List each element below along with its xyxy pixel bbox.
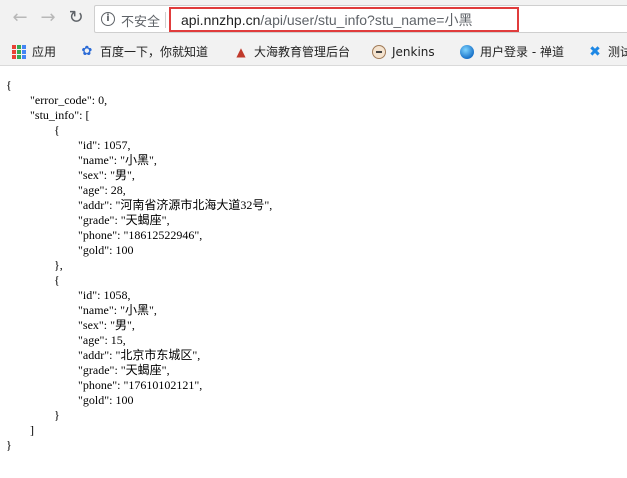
url-path: /api/user/stu_info?stu_name=小黑 (260, 12, 473, 28)
bookmark-label: 大海教育管理后台 (254, 45, 351, 59)
security-label[interactable]: 不安全 (121, 11, 160, 30)
bookmark-baidu[interactable]: ✿ 百度一下，你就知道 (80, 43, 208, 60)
bookmarks-bar: 应用 ✿ 百度一下，你就知道 ▲ 大海教育管理后台 Jenkins 用户登录 -… (0, 37, 627, 66)
bookmark-label: 应用 (32, 45, 57, 59)
url-text[interactable]: api.nnzhp.cn/api/user/stu_info?stu_name=… (181, 10, 472, 30)
page-content: { "error_code": 0, "stu_info": [ { "id":… (6, 78, 621, 453)
reload-icon: ↻ (68, 7, 84, 28)
jenkins-icon (372, 44, 386, 59)
bookmark-label: Jenkins (392, 44, 435, 59)
back-button[interactable]: ← (8, 6, 32, 30)
tree-icon: ▲ (236, 44, 246, 59)
info-icon[interactable]: i (101, 12, 115, 26)
x-icon: ✖ (589, 43, 601, 60)
bookmark-label: 百度一下，你就知道 (100, 45, 209, 59)
bookmark-label: 测试 (608, 45, 627, 59)
bookmark-zentao-login[interactable]: 用户登录 - 禅道 (460, 43, 564, 60)
bookmark-label: 用户登录 - 禅道 (480, 45, 564, 59)
bookmark-jenkins[interactable]: Jenkins (372, 43, 435, 60)
forward-button[interactable]: → (36, 6, 60, 30)
bookmark-apps[interactable]: 应用 (12, 43, 56, 60)
omnibox-divider (165, 12, 166, 28)
bookmark-dahai-admin[interactable]: ▲ 大海教育管理后台 (234, 43, 350, 60)
paw-icon: ✿ (81, 43, 93, 59)
globe-icon (460, 44, 474, 59)
url-host: api.nnzhp.cn (181, 12, 261, 28)
arrow-left-icon: ← (12, 7, 28, 28)
json-response: { "error_code": 0, "stu_info": [ { "id":… (6, 78, 273, 452)
bookmark-test[interactable]: ✖ 测试 (588, 43, 627, 60)
apps-icon (12, 44, 26, 59)
browser-toolbar: ← → ↻ i 不安全 api.nnzhp.cn/api/user/stu_in… (0, 0, 627, 37)
arrow-right-icon: → (40, 7, 56, 28)
address-bar[interactable]: i 不安全 api.nnzhp.cn/api/user/stu_info?stu… (94, 5, 627, 33)
reload-button[interactable]: ↻ (64, 6, 88, 30)
